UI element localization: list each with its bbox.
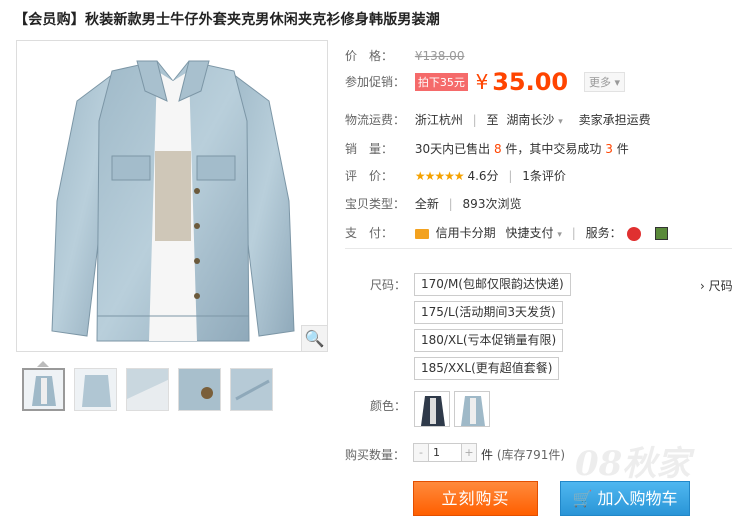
watermark: 08秋家 [575,444,691,484]
guarantee-icon[interactable] [655,227,669,240]
ship-from: 浙江杭州 [414,113,463,127]
quantity-unit: 件 [481,448,494,462]
sales-text-2: 件，其中交易成功 [505,142,602,156]
price-label: 价 格： [345,49,394,63]
color-option-dark[interactable] [414,391,450,427]
sales-row: 销 量： 30天内已售出 8 件，其中交易成功 3 件 [345,140,629,157]
thumbnail-4[interactable] [178,368,221,411]
ship-to-select[interactable]: 湖南长沙 [506,113,554,127]
size-guide-link[interactable]: › 尺码 [700,277,732,294]
item-type-row: 宝贝类型： 全新 | 893次浏览 [345,197,522,211]
add-to-cart-label: 加入购物车 [597,489,678,508]
item-condition: 全新 [414,197,439,211]
size-option-170[interactable]: 170/M(包邮仅限韵达快递) [414,273,571,296]
rating-score: 4.6分 [467,169,499,183]
success-count: 3 [605,142,613,156]
section-divider [345,248,732,249]
rating-label: 评 价： [345,169,394,183]
add-to-cart-button[interactable]: 🛒 加入购物车 [560,481,690,516]
quick-pay[interactable]: 快捷支付 [506,226,554,240]
review-count-link[interactable]: 1条评价 [522,169,566,183]
quantity-decrease-button[interactable]: - [414,444,428,461]
color-label: 颜色： [370,399,407,413]
buy-now-button[interactable]: 立刻购买 [413,481,538,516]
sold-count: 8 [493,142,502,156]
jacket-image [51,60,295,342]
currency-symbol: ¥ [475,70,489,94]
chevron-down-icon[interactable]: ▾ [558,117,563,127]
main-product-image[interactable]: 🔍 [16,40,328,352]
shipping-row: 物流运费： 浙江杭州 | 至 湖南长沙 ▾ 卖家承担运费 [345,113,651,127]
size-option-180[interactable]: 180/XL(亏本促销量有限) [414,329,564,352]
zoom-icon[interactable]: 🔍 [301,325,327,351]
size-option-185[interactable]: 185/XXL(更有超值套餐) [414,357,560,380]
sales-label: 销 量： [345,142,394,156]
cart-icon: 🛒 [572,489,593,508]
thumbnail-1[interactable] [22,368,65,411]
shipping-note: 卖家承担运费 [578,113,651,127]
payment-label: 支 付： [345,226,394,240]
thumbnail-5[interactable] [230,368,273,411]
item-type-label: 宝贝类型： [345,197,406,211]
payment-row: 支 付： 信用卡分期 快捷支付 ▾ | 服务： [345,224,669,241]
product-title: 【会员购】秋装新款男士牛仔外套夹克男休闲夹克衫修身韩版男装潮 [14,12,440,28]
rating-row: 评 价： ★★★★★ 4.6分 | 1条评价 [345,169,566,183]
stock-count: (库存791件) [496,448,566,462]
thumbnail-caret [37,361,49,367]
quantity-label: 购买数量： [345,448,406,462]
star-rating-icon: ★★★★★ [414,169,465,183]
chevron-down-icon[interactable]: ▾ [557,230,562,240]
stock-info: 件 (库存791件) [481,446,565,463]
thumbnail-3[interactable] [126,368,169,411]
quantity-stepper: - 1 + [413,443,477,462]
ship-to-prefix: 至 [486,113,499,127]
credit-installment[interactable]: 信用卡分期 [436,226,496,240]
color-option-light[interactable] [454,391,490,427]
quantity-increase-button[interactable]: + [462,444,476,461]
service-label: 服务： [585,226,622,240]
seven-day-return-icon[interactable] [627,226,642,241]
price-row: 价 格： ¥138.00 [345,47,464,64]
view-count: 893次浏览 [462,197,522,211]
size-label: 尺码： [370,278,407,292]
promo-row: 参加促销： 拍下35元 ¥ 35.00 更多 ▾ [345,68,625,96]
promo-tag: 拍下35元 [414,73,468,91]
sales-text: 30天内已售出 [414,142,491,156]
promo-price: 35.00 [492,68,569,96]
original-price: ¥138.00 [414,49,465,63]
size-option-175[interactable]: 175/L(活动期间3天发货) [414,301,563,324]
thumbnail-strip [22,368,273,411]
thumbnail-2[interactable] [74,368,117,411]
credit-card-icon [414,228,429,239]
shipping-label: 物流运费： [345,113,406,127]
more-promos-button[interactable]: 更多 ▾ [583,72,625,92]
sales-unit: 件 [616,142,629,156]
quantity-input[interactable]: 1 [428,444,462,461]
promo-label: 参加促销： [345,74,406,89]
